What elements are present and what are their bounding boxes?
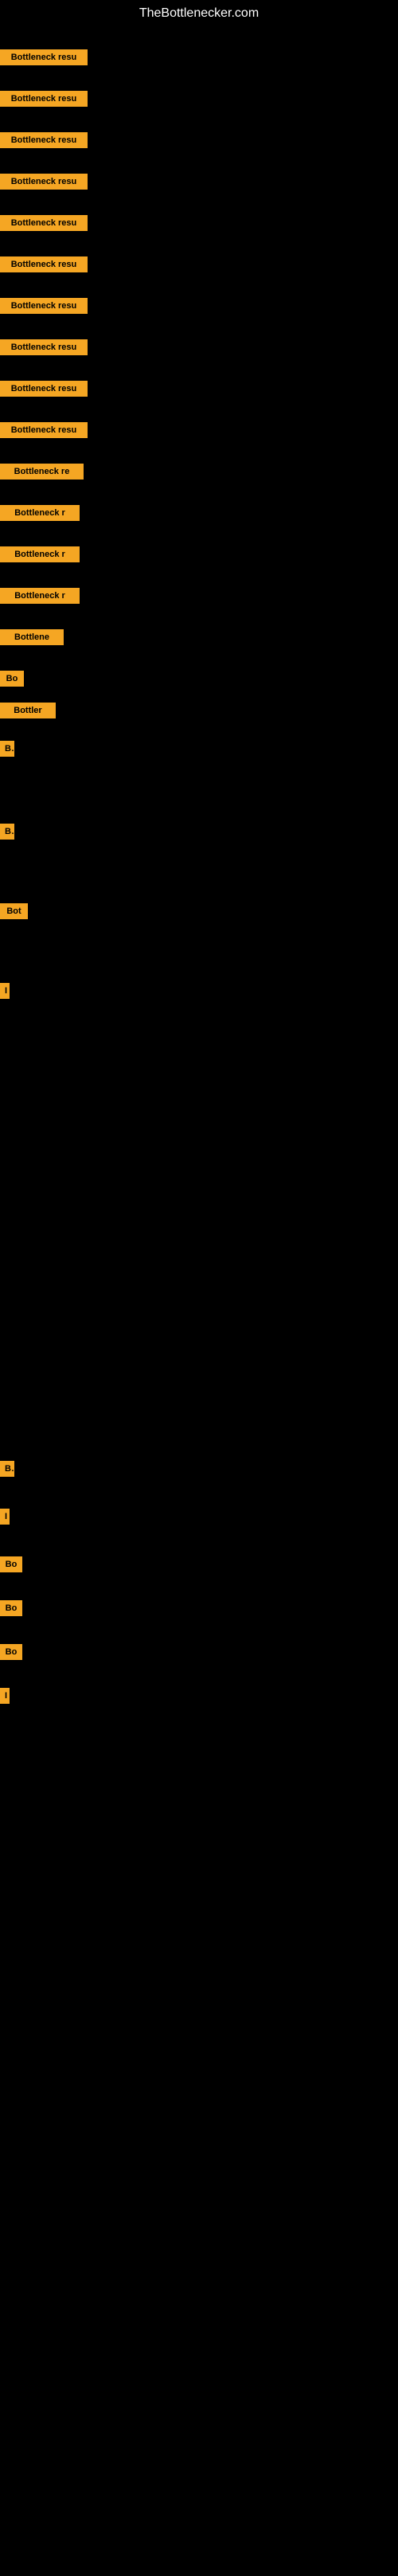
bottleneck-result-entry-14[interactable]: Bottleneck r [0, 588, 80, 604]
bottleneck-result-entry-19[interactable]: B [0, 824, 14, 840]
bottleneck-result-entry-17[interactable]: Bottler [0, 703, 56, 718]
bottleneck-result-entry-23[interactable]: I [0, 1509, 10, 1525]
bottleneck-result-entry-22[interactable]: B [0, 1461, 14, 1477]
bottleneck-result-entry-24[interactable]: Bo [0, 1556, 22, 1572]
bottleneck-result-entry-26[interactable]: Bo [0, 1644, 22, 1660]
bottleneck-button-10[interactable]: Bottleneck resu [0, 422, 88, 438]
bottleneck-button-21[interactable]: I [0, 983, 10, 999]
bottleneck-result-entry-12[interactable]: Bottleneck r [0, 505, 80, 521]
bottleneck-result-entry-16[interactable]: Bo [0, 671, 24, 687]
bottleneck-result-entry-25[interactable]: Bo [0, 1600, 22, 1616]
bottleneck-button-26[interactable]: Bo [0, 1644, 22, 1660]
bottleneck-button-7[interactable]: Bottleneck resu [0, 298, 88, 314]
bottleneck-result-entry-9[interactable]: Bottleneck resu [0, 381, 88, 397]
bottleneck-button-8[interactable]: Bottleneck resu [0, 339, 88, 355]
bottleneck-result-entry-4[interactable]: Bottleneck resu [0, 174, 88, 190]
bottleneck-result-entry-10[interactable]: Bottleneck resu [0, 422, 88, 438]
bottleneck-button-17[interactable]: Bottler [0, 703, 56, 718]
bottleneck-button-19[interactable]: B [0, 824, 14, 840]
bottleneck-result-entry-11[interactable]: Bottleneck re [0, 464, 84, 480]
bottleneck-button-27[interactable]: I [0, 1688, 10, 1704]
bottleneck-button-16[interactable]: Bo [0, 671, 24, 687]
bottleneck-button-3[interactable]: Bottleneck resu [0, 132, 88, 148]
bottleneck-button-24[interactable]: Bo [0, 1556, 22, 1572]
bottleneck-result-entry-7[interactable]: Bottleneck resu [0, 298, 88, 314]
bottleneck-button-9[interactable]: Bottleneck resu [0, 381, 88, 397]
bottleneck-button-20[interactable]: Bot [0, 903, 28, 919]
bottleneck-button-22[interactable]: B [0, 1461, 14, 1477]
bottleneck-result-entry-6[interactable]: Bottleneck resu [0, 256, 88, 272]
bottleneck-result-entry-15[interactable]: Bottlene [0, 629, 64, 645]
bottleneck-button-18[interactable]: B [0, 741, 14, 757]
bottleneck-result-entry-3[interactable]: Bottleneck resu [0, 132, 88, 148]
bottleneck-result-entry-21[interactable]: I [0, 983, 10, 999]
bottleneck-result-entry-18[interactable]: B [0, 741, 14, 757]
bottleneck-button-6[interactable]: Bottleneck resu [0, 256, 88, 272]
bottleneck-result-entry-8[interactable]: Bottleneck resu [0, 339, 88, 355]
bottleneck-button-25[interactable]: Bo [0, 1600, 22, 1616]
bottleneck-button-15[interactable]: Bottlene [0, 629, 64, 645]
bottleneck-button-13[interactable]: Bottleneck r [0, 546, 80, 562]
bottleneck-result-entry-2[interactable]: Bottleneck resu [0, 91, 88, 107]
bottleneck-result-entry-5[interactable]: Bottleneck resu [0, 215, 88, 231]
bottleneck-button-2[interactable]: Bottleneck resu [0, 91, 88, 107]
bottleneck-result-entry-13[interactable]: Bottleneck r [0, 546, 80, 562]
bottleneck-button-12[interactable]: Bottleneck r [0, 505, 80, 521]
bottleneck-button-11[interactable]: Bottleneck re [0, 464, 84, 480]
bottleneck-result-entry-27[interactable]: I [0, 1688, 10, 1704]
site-title: TheBottlenecker.com [0, 0, 398, 27]
bottleneck-button-14[interactable]: Bottleneck r [0, 588, 80, 604]
bottleneck-button-5[interactable]: Bottleneck resu [0, 215, 88, 231]
bottleneck-result-entry-20[interactable]: Bot [0, 903, 28, 919]
bottleneck-button-4[interactable]: Bottleneck resu [0, 174, 88, 190]
bottleneck-result-entry-1[interactable]: Bottleneck resu [0, 49, 88, 65]
bottleneck-button-1[interactable]: Bottleneck resu [0, 49, 88, 65]
bottleneck-button-23[interactable]: I [0, 1509, 10, 1525]
